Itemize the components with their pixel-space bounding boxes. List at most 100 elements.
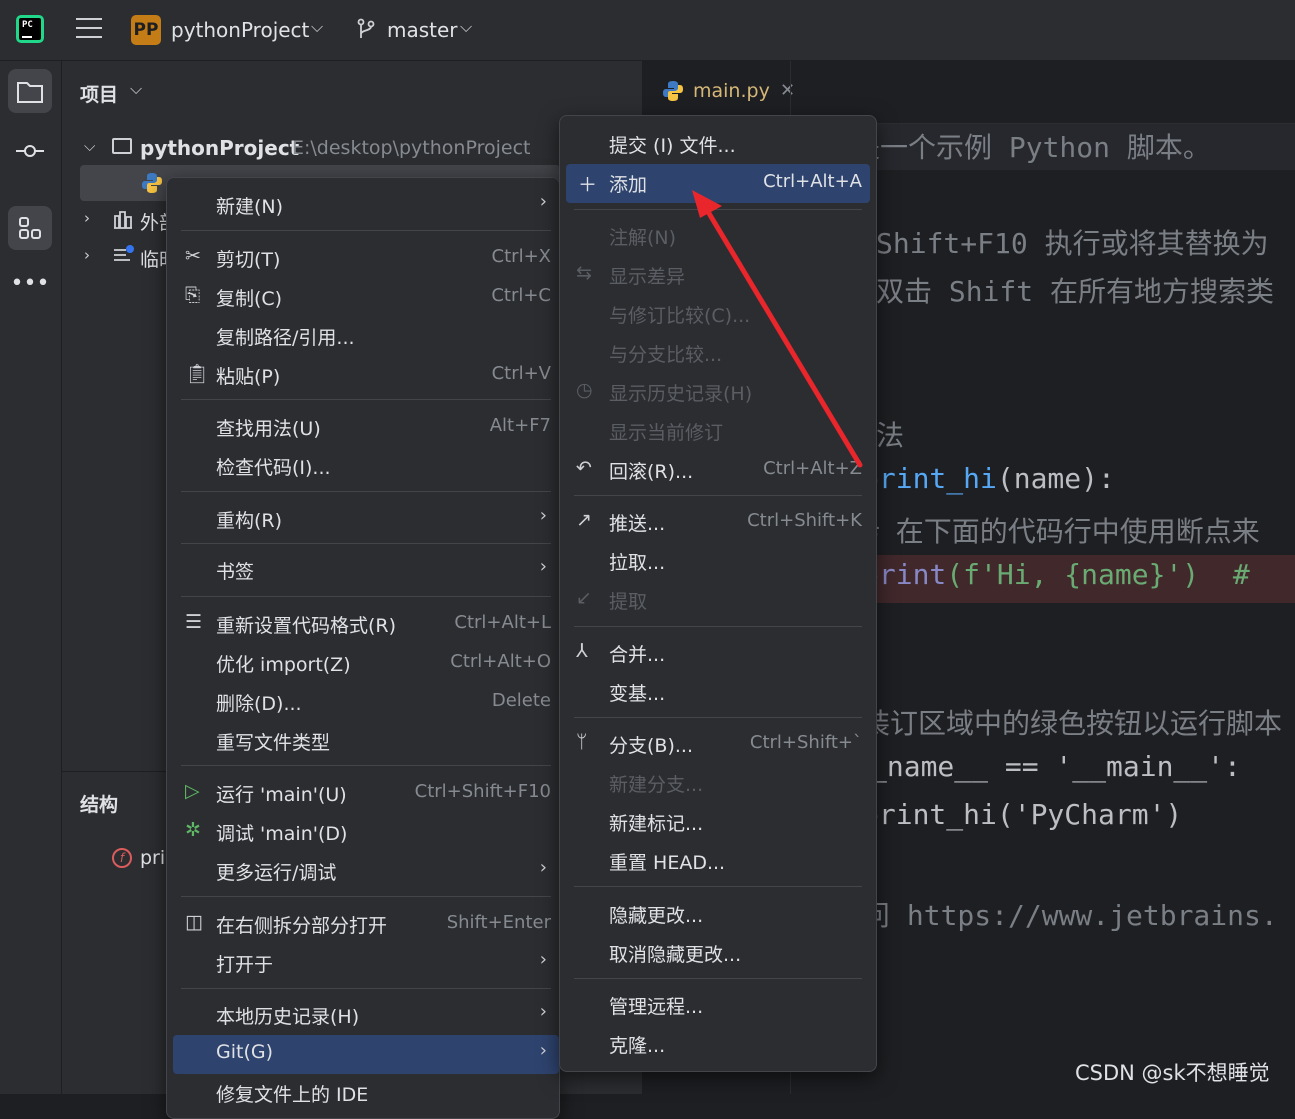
divider	[181, 765, 551, 766]
run-icon: ▷	[185, 780, 200, 802]
menu-item-rebase[interactable]: 变基...	[560, 673, 876, 712]
menu-item-manage-remotes[interactable]: 管理远程...	[560, 986, 876, 1025]
menu-item-add[interactable]: ＋ 添加 Ctrl+Alt+A	[566, 164, 870, 203]
menu-item-local-history[interactable]: 本地历史记录(H) ›	[167, 996, 559, 1035]
menu-item-paste[interactable]: 📋︎ 粘贴(P) Ctrl+V	[167, 356, 559, 395]
menu-item-branches[interactable]: ᛘ 分支(B)... Ctrl+Shift+`	[560, 725, 876, 764]
menu-item-inspect-code[interactable]: 检查代码(I)...	[167, 447, 559, 486]
code-line[interactable]: _name__ == '__main__':	[870, 750, 1241, 783]
panel-title[interactable]: 项目	[80, 80, 118, 107]
branch-name[interactable]: master	[387, 18, 458, 42]
code-line[interactable]: print(f'Hi, {name}') #	[862, 558, 1250, 591]
menu-item-find-usages[interactable]: 查找用法(U) Alt+F7	[167, 408, 559, 447]
menu-item-unstash[interactable]: 取消隐藏更改...	[560, 934, 876, 973]
menu-item-show-diff[interactable]: ⇆ 显示差异	[560, 256, 876, 295]
menu-item-clone[interactable]: 克隆...	[560, 1025, 876, 1064]
code-line[interactable]: print_hi(name):	[862, 462, 1115, 495]
chevron-down-icon[interactable]: ⌵	[460, 17, 472, 37]
git-branch-icon: ᛘ	[576, 731, 588, 753]
hamburger-menu-icon[interactable]	[76, 18, 102, 40]
code-line[interactable]: print_hi('PyCharm')	[862, 798, 1182, 831]
menu-item-run-main[interactable]: ▷ 运行 'main'(U) Ctrl+Shift+F10	[167, 774, 559, 813]
menu-item-label: 运行 'main'(U)	[216, 784, 347, 806]
menu-item-label: 显示历史记录(H)	[609, 383, 753, 405]
menu-item-commit-file[interactable]: 提交 (I) 文件...	[560, 125, 876, 164]
commit-icon	[16, 145, 44, 157]
menu-item-show-history[interactable]: ◷ 显示历史记录(H)	[560, 373, 876, 412]
menu-item-label: 书签	[216, 561, 255, 583]
watermark: CSDN @sk不想睡觉	[1075, 1061, 1270, 1085]
structure-tool-button[interactable]	[8, 206, 52, 250]
menu-item-compare-revision[interactable]: 与修订比较(C)...	[560, 295, 876, 334]
chevron-right-icon[interactable]: ›	[84, 246, 90, 264]
pycharm-logo-icon[interactable]: PC	[16, 15, 44, 43]
menu-item-new-tag[interactable]: 新建标记...	[560, 803, 876, 842]
menu-item-delete[interactable]: 删除(D)... Delete	[167, 683, 559, 722]
project-tool-button[interactable]	[8, 69, 52, 113]
chevron-down-icon[interactable]: ⌵	[311, 17, 323, 37]
commit-tool-button[interactable]	[8, 129, 52, 173]
code-line[interactable]: 双击 Shift 在所有地方搜索类	[876, 270, 1274, 310]
code-line[interactable]: # 在下面的代码行中使用断点来	[862, 510, 1260, 550]
code-line[interactable]: 问 https://www.jetbrains.	[862, 894, 1278, 934]
menu-item-new[interactable]: 新建(N) ›	[167, 186, 559, 225]
menu-item-compare-branch[interactable]: 与分支比较...	[560, 334, 876, 373]
menu-item-merge[interactable]: ⅄ 合并...	[560, 634, 876, 673]
code-line[interactable]: 装订区域中的绿色按钮以运行脚本	[862, 702, 1282, 742]
menu-item-shortcut: Ctrl+Alt+O	[450, 651, 551, 672]
menu-item-debug-main[interactable]: ✲ 调试 'main'(D)	[167, 813, 559, 852]
code-line[interactable]: 是一个示例 Python 脚本。	[852, 126, 1211, 166]
menu-item-copy-path[interactable]: 复制路径/引用...	[167, 317, 559, 356]
menu-item-reset-head[interactable]: 重置 HEAD...	[560, 842, 876, 881]
menu-item-label: 复制路径/引用...	[216, 327, 355, 349]
menu-item-reformat[interactable]: ☰ 重新设置代码格式(R) Ctrl+Alt+L	[167, 605, 559, 644]
chevron-right-icon: ›	[539, 556, 547, 577]
menu-item-annotate[interactable]: 注解(N)	[560, 217, 876, 256]
menu-item-show-current-revision[interactable]: 显示当前修订	[560, 412, 876, 451]
chevron-down-icon[interactable]: ⌵	[84, 137, 95, 155]
menu-item-label: 与修订比较(C)...	[609, 305, 751, 327]
git-branch-icon[interactable]	[356, 18, 376, 40]
code-line[interactable]: Shift+F10 执行或将其替换为	[876, 222, 1269, 262]
menu-item-rollback[interactable]: ↶ 回滚(R)... Ctrl+Alt+Z	[560, 451, 876, 490]
menu-item-open-in[interactable]: 打开于 ›	[167, 944, 559, 983]
menu-item-shortcut: Ctrl+Alt+L	[454, 612, 551, 633]
menu-item-shortcut: Ctrl+Shift+`	[749, 732, 862, 753]
menu-item-label: 新建(N)	[216, 196, 284, 218]
menu-item-cut[interactable]: ✂ 剪切(T) Ctrl+X	[167, 239, 559, 278]
context-menu: 新建(N) › ✂ 剪切(T) Ctrl+X ⎘ 复制(C) Ctrl+C 复制路径/引用…	[166, 177, 560, 1119]
menu-item-more-run-debug[interactable]: 更多运行/调试 ›	[167, 852, 559, 891]
structure-item[interactable]: pri	[140, 847, 165, 869]
menu-item-bookmarks[interactable]: 书签 ›	[167, 551, 559, 590]
project-name[interactable]: pythonProject	[171, 18, 309, 42]
menu-item-stash[interactable]: 隐藏更改...	[560, 895, 876, 934]
tab-label[interactable]: main.py	[693, 80, 770, 102]
menu-item-label: 显示差异	[609, 266, 686, 288]
menu-item-git[interactable]: Git(G) ›	[173, 1035, 559, 1074]
menu-item-refactor[interactable]: 重构(R) ›	[167, 500, 559, 539]
menu-item-new-branch[interactable]: 新建分支...	[560, 764, 876, 803]
tree-root-name[interactable]: pythonProject	[140, 136, 299, 160]
function-icon: f	[112, 848, 132, 868]
menu-item-override-file-type[interactable]: 重写文件类型	[167, 722, 559, 761]
project-badge[interactable]: PP	[131, 15, 161, 45]
menu-item-push[interactable]: ↗ 推送... Ctrl+Shift+K	[560, 503, 876, 542]
chevron-right-icon: ›	[539, 857, 547, 878]
divider	[574, 209, 862, 210]
chevron-down-icon[interactable]: ⌵	[130, 79, 142, 99]
copy-icon: ⎘	[185, 284, 201, 306]
more-tools-icon[interactable]: •••	[8, 266, 52, 310]
menu-item-open-split[interactable]: ◫ 在右侧拆分部分打开 Shift+Enter	[167, 905, 559, 944]
menu-item-optimize-imports[interactable]: 优化 import(Z) Ctrl+Alt+O	[167, 644, 559, 683]
tool-window-strip: •••	[0, 61, 62, 1094]
chevron-right-icon[interactable]: ›	[84, 209, 90, 227]
menu-item-label: 回滚(R)...	[609, 461, 694, 483]
menu-item-label: 更多运行/调试	[216, 862, 337, 884]
menu-item-label: 调试 'main'(D)	[216, 823, 348, 845]
menu-item-pull[interactable]: 拉取...	[560, 542, 876, 581]
menu-item-copy[interactable]: ⎘ 复制(C) Ctrl+C	[167, 278, 559, 317]
code-line[interactable]: 法	[876, 414, 904, 454]
menu-item-fetch[interactable]: ↙ 提取	[560, 581, 876, 620]
close-icon[interactable]: ✕	[780, 80, 795, 101]
menu-item-label: 打开于	[216, 954, 274, 976]
